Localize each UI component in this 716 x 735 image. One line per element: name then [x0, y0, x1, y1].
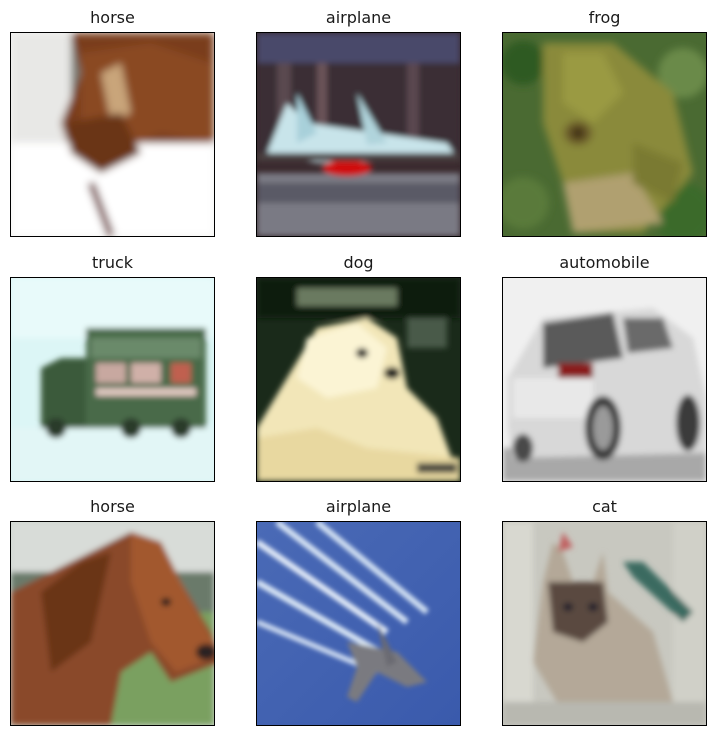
grid-cell: truck: [10, 253, 215, 483]
white-dog-photo: [257, 278, 460, 481]
grid-cell: cat: [502, 497, 707, 727]
grid-cell: airplane: [256, 8, 461, 238]
image-frame: [502, 521, 707, 726]
brown-horse-photo: [11, 522, 214, 725]
image-frame: [10, 521, 215, 726]
image-label: automobile: [559, 253, 650, 272]
image-label: frog: [588, 8, 621, 27]
grid-cell: airplane: [256, 497, 461, 727]
green-truck-photo: [11, 278, 214, 481]
grid-cell: automobile: [502, 253, 707, 483]
image-label: horse: [90, 497, 135, 516]
image-frame: [502, 32, 707, 237]
grid-cell: frog: [502, 8, 707, 238]
grid-cell: dog: [256, 253, 461, 483]
image-label: cat: [592, 497, 617, 516]
image-label: truck: [91, 253, 134, 272]
white-car-photo: [503, 278, 706, 481]
frog-photo: [503, 33, 706, 236]
image-frame: [10, 277, 215, 482]
image-frame: [256, 521, 461, 726]
image-label: airplane: [325, 497, 392, 516]
plane-contrails-photo: [257, 522, 460, 725]
siamese-cat-photo: [503, 522, 706, 725]
jet-runway-photo: [257, 33, 460, 236]
grid-cell: horse: [10, 497, 215, 727]
horse-head-photo: [11, 33, 214, 236]
image-frame: [256, 277, 461, 482]
image-label: dog: [343, 253, 374, 272]
image-grid: horse airplane frog truck dog automobile…: [0, 0, 716, 735]
grid-cell: horse: [10, 8, 215, 238]
image-frame: [502, 277, 707, 482]
image-label: airplane: [325, 8, 392, 27]
image-frame: [10, 32, 215, 237]
image-frame: [256, 32, 461, 237]
image-label: horse: [90, 8, 135, 27]
